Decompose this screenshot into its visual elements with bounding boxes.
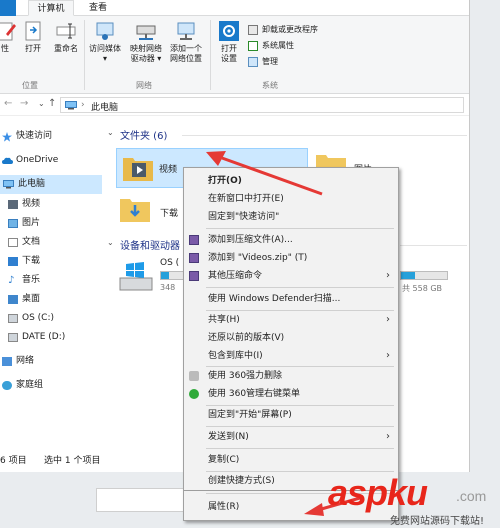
watermark-subtitle: 免费网站源码下载站! <box>390 516 485 527</box>
watermark-brand: aspku <box>328 472 428 513</box>
annotation-arrow-icon <box>221 156 323 196</box>
watermark-suffix: .com <box>456 488 487 504</box>
aspku-watermark: aspku .com 免费网站源码下载站! <box>308 472 500 528</box>
annotation-arrows <box>206 151 361 516</box>
